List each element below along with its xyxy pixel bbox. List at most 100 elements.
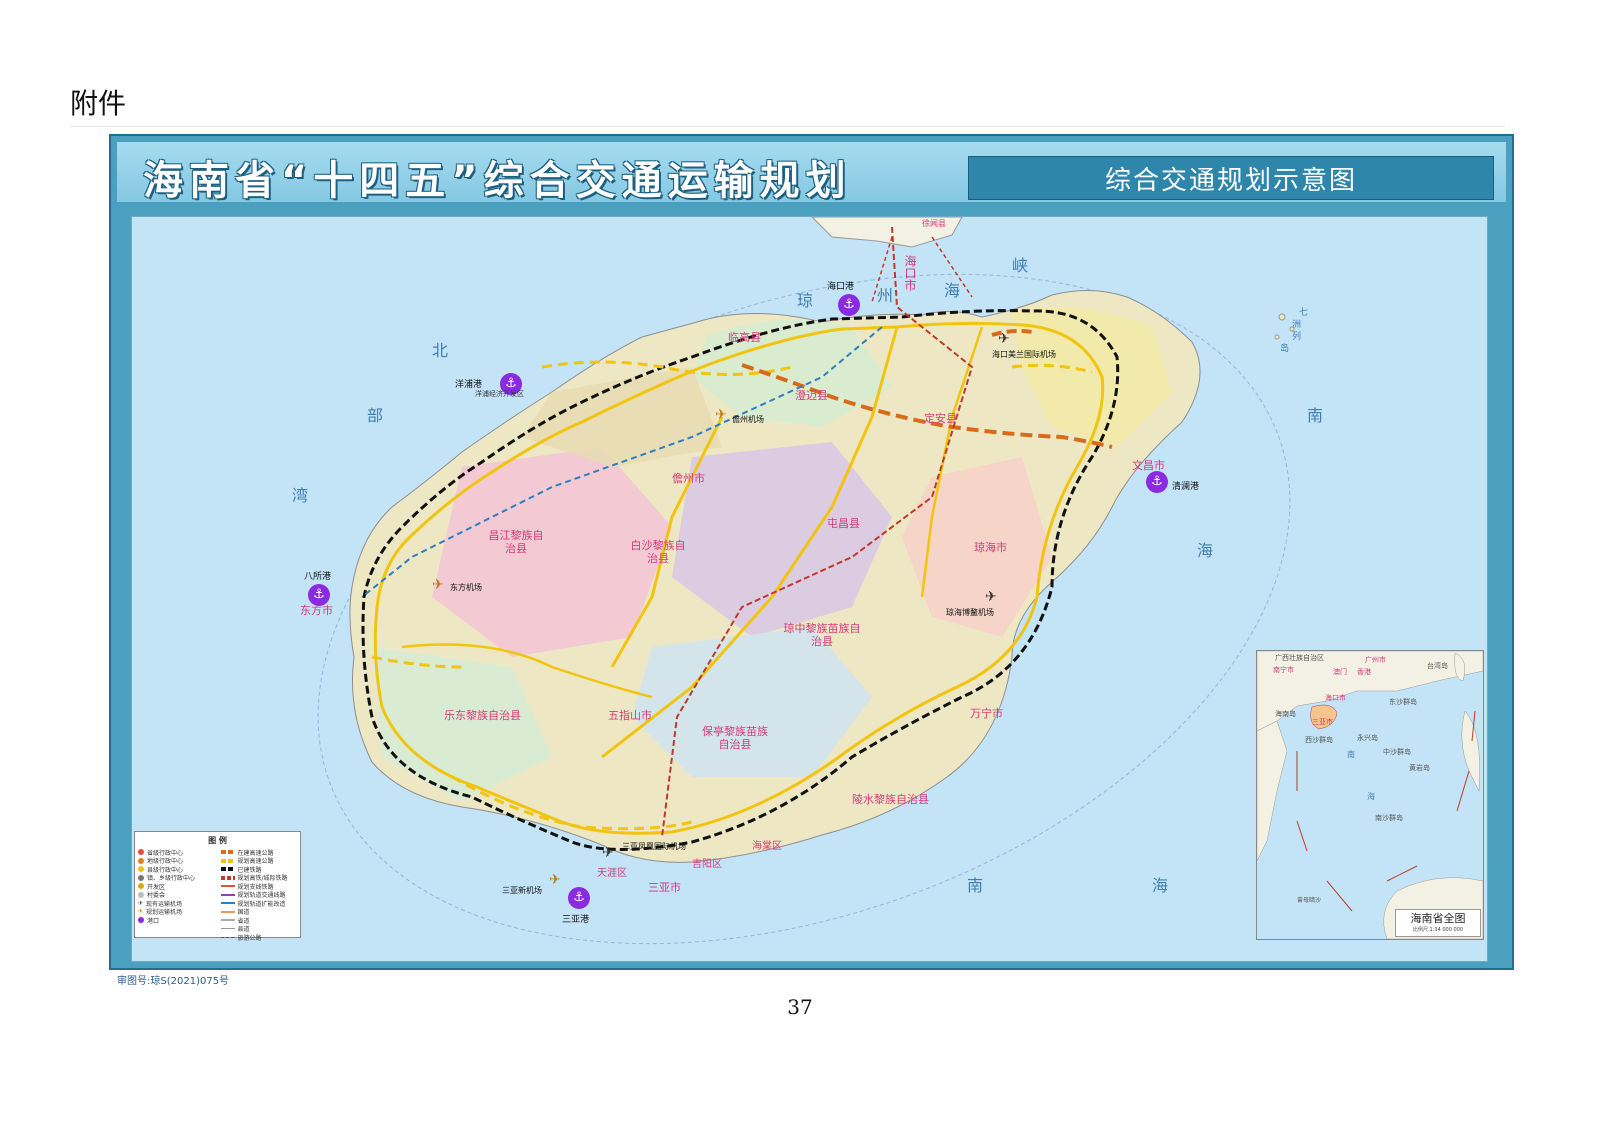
inset-label: 三亚市	[1312, 718, 1333, 726]
port-label: 八所港	[304, 572, 332, 582]
city-label: 海棠区	[752, 841, 782, 852]
airport-icon[interactable]: ✈	[602, 845, 614, 861]
page-number: 37	[787, 995, 813, 1019]
circle-icon	[138, 857, 144, 864]
inset-label: 广西壮族自治区	[1275, 654, 1324, 662]
airport-label: 海口美兰国际机场	[992, 350, 1056, 359]
legend-item: 村委会	[138, 891, 215, 899]
city-label: 陵水黎族自治县	[852, 793, 929, 806]
inset-label: 澳门	[1333, 668, 1347, 676]
legend-item: 港口	[138, 916, 215, 925]
city-label: 临高县	[728, 331, 761, 344]
line-swatch	[220, 910, 235, 913]
anchor-icon	[138, 917, 144, 924]
line-swatch	[220, 893, 235, 896]
airport-icon[interactable]: ✈	[998, 331, 1010, 347]
inset-label: 海南岛	[1275, 710, 1296, 718]
inset-caption-title: 海南省全图	[1410, 912, 1466, 925]
sea-label: 海	[1197, 541, 1214, 560]
map-legend: 图 例 省级行政中心 地级行政中心 县级行政中心 镇、乡级行政中心 开发区 村委…	[134, 831, 301, 942]
line-swatch	[220, 875, 235, 880]
line-swatch	[220, 850, 235, 855]
qizhou-island	[1274, 334, 1280, 340]
attachment-label: 附件	[70, 87, 127, 120]
city-label: 万宁市	[970, 707, 1003, 720]
line-swatch	[220, 867, 235, 872]
city-label: 儋州市	[672, 472, 705, 485]
legend-item: 旅游公路	[220, 933, 298, 942]
airport-label: 三亚凤凰国际机场	[622, 842, 686, 851]
city-label: 琼海市	[974, 541, 1007, 554]
legend-item: 省级行政中心	[138, 848, 215, 857]
legend-item: 地级行政中心	[138, 857, 215, 865]
airport-icon[interactable]: ✈	[985, 589, 997, 605]
inset-label: 西沙群岛	[1305, 736, 1333, 744]
sea-label: 部	[367, 406, 384, 425]
map-frame: 海南省“十四五”综合交通运输规划 综合交通规划示意图 琼 州 海 峡 北 部 湾…	[109, 134, 1514, 970]
city-label: 三亚市	[648, 881, 681, 894]
sea-label: 南	[967, 876, 984, 895]
map-title: 海南省“十四五”综合交通运输规划	[143, 158, 852, 204]
sea-label: 列	[1292, 332, 1302, 342]
line-swatch	[220, 902, 235, 905]
sea-label: 海	[1152, 876, 1169, 895]
county-label: 徐闻县	[922, 219, 946, 228]
airport-icon[interactable]: ✈	[715, 407, 727, 423]
inset-label: 曾母暗沙	[1297, 897, 1322, 904]
port-label: 清澜港	[1172, 482, 1200, 492]
legend-item: 国道	[220, 908, 298, 916]
sea-label: 州	[877, 286, 894, 305]
inset-label: 广州市	[1365, 656, 1386, 664]
airport-label: 琼海博鳌机场	[946, 608, 994, 617]
city-label: 澄迈县	[795, 389, 828, 402]
legend-right-column: 在建高速公路 规划高速公路 已建铁路 规划高铁/城际铁路 规划支线铁路 规划轨道…	[218, 846, 301, 944]
inset-caption-scale: 比例尺 1:34 000 000	[1412, 927, 1464, 933]
city-label: 白沙黎族自治县	[630, 539, 686, 565]
inset-label: 中沙群岛	[1383, 748, 1411, 756]
legend-item: 规划高速公路	[220, 857, 298, 865]
inset-label: 香港	[1357, 668, 1371, 676]
legend-item: 规划轨道扩能改造	[220, 899, 298, 908]
sea-label: 北	[432, 341, 449, 360]
inset-label: 南宁市	[1273, 666, 1294, 674]
inset-map[interactable]: 广西壮族自治区 广州市 南宁市 澳门 香港 台湾岛 海口市 东沙群岛 海南岛 三…	[1256, 650, 1484, 940]
airport-icon: ✈	[138, 908, 144, 916]
city-label: 文昌市	[1132, 459, 1165, 472]
airport-label: 三亚新机场	[502, 886, 542, 895]
anchor-icon[interactable]: ⚓	[1146, 471, 1168, 493]
city-label: 保亭黎族苗族自治县	[702, 725, 768, 751]
airport-icon: ✈	[138, 899, 144, 907]
legend-item: 规划支线铁路	[220, 882, 298, 891]
inset-label: 海口市	[1325, 694, 1346, 702]
line-swatch	[220, 928, 235, 930]
legend-item: 县道	[220, 925, 298, 933]
city-label: 吉阳区	[692, 859, 722, 870]
circle-icon	[138, 866, 144, 873]
legend-item: 开发区	[138, 882, 215, 891]
city-label: 琼中黎族苗族自治县	[783, 622, 861, 648]
inset-caption: 海南省全图 比例尺 1:34 000 000	[1395, 909, 1481, 937]
star-icon	[138, 849, 144, 856]
inset-label: 黄岩岛	[1409, 764, 1430, 772]
map-canvas[interactable]: 琼 州 海 峡 北 部 湾 南 海 南 海 七 洲 列 岛 ⚓ 海口港 ⚓ 洋浦…	[131, 216, 1488, 962]
city-label: 屯昌县	[827, 517, 860, 530]
city-label: 定安县	[924, 412, 957, 425]
city-label: 东方市	[300, 604, 333, 617]
legend-left-column: 省级行政中心 地级行政中心 县级行政中心 镇、乡级行政中心 开发区 村委会 ✈ 现…	[135, 846, 218, 944]
village-icon	[138, 891, 144, 898]
anchor-icon[interactable]: ⚓	[838, 294, 860, 316]
airport-label: 儋州机场	[732, 415, 764, 424]
inset-label: 海	[1367, 792, 1375, 801]
anchor-icon[interactable]: ⚓	[568, 887, 590, 909]
inset-label: 东沙群岛	[1389, 698, 1417, 706]
line-swatch	[220, 919, 235, 922]
sea-label: 海	[944, 281, 961, 300]
header-rule	[70, 126, 1505, 127]
approval-number: 审图号:琼S(2021)075号	[117, 976, 230, 987]
airport-icon[interactable]: ✈	[432, 577, 444, 593]
legend-item: 镇、乡级行政中心	[138, 874, 215, 882]
dev-zone-icon	[138, 883, 144, 890]
legend-item: 规划高铁/城际铁路	[220, 874, 298, 882]
airport-icon[interactable]: ✈	[549, 872, 561, 888]
legend-item: ✈ 现有运输机场	[138, 899, 183, 908]
